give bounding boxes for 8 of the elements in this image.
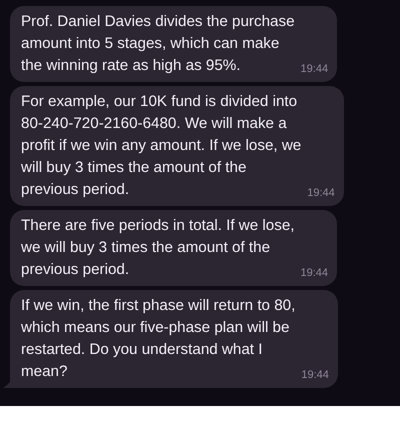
message-time: 19:44 xyxy=(301,368,329,382)
message-time: 19:44 xyxy=(307,186,335,200)
message-time: 19:44 xyxy=(300,62,328,76)
message-time: 19:44 xyxy=(300,266,328,280)
message-text: Prof. Daniel Davies divides the purchase amount into 5 stages, which can make the winning rate as high as 95%. xyxy=(21,12,295,76)
message-text: There are five periods in total. If we lose, we will buy 3 times the amount of the previous period. xyxy=(21,216,295,280)
message-text: If we win, the first phase will return to 80, which means our five-phase plan will be restarted. Do you understand what I mean? xyxy=(21,296,296,382)
message-text: For example, our 10K fund is divided into 80-240-720-2160-6480. We will make a profit if we win any amount. If we lose, we will buy 3 times the amount of the previous period. xyxy=(21,92,302,200)
